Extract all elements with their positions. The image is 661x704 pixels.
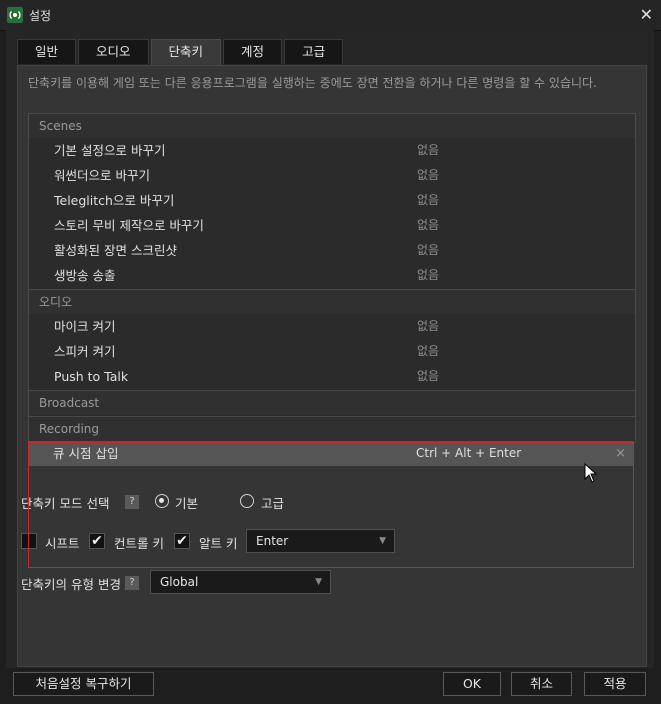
hotkey-list: Scenes 기본 설정으로 바꾸기 없음 워썬더으로 바꾸기 없음 Teleg…	[28, 113, 636, 443]
hotkey-type-select[interactable]: Global ▼	[150, 570, 331, 594]
settings-window: 일반 오디오 단축키 계정 고급 단축키를 이용해 게임 또는 다른 응용프로그…	[6, 30, 654, 668]
hotkey-row[interactable]: 스토리 무비 제작으로 바꾸기 없음	[29, 213, 635, 238]
hotkey-row[interactable]: Teleglitch으로 바꾸기 없음	[29, 188, 635, 213]
help-icon[interactable]: ?	[125, 576, 139, 590]
tab-advanced[interactable]: 고급	[284, 39, 344, 64]
reset-defaults-button[interactable]: 처음설정 복구하기	[13, 672, 154, 696]
group-header-recording: Recording	[29, 417, 635, 441]
hotkey-type-label: 단축키의 유형 변경	[21, 577, 121, 592]
mode-basic-radio[interactable]	[155, 494, 169, 508]
hotkey-key: 없음	[417, 344, 440, 358]
hotkey-key: Ctrl + Alt + Enter	[416, 446, 522, 460]
hotkeys-description: 단축키를 이용해 게임 또는 다른 응용프로그램을 실행하는 중에도 장면 전환…	[28, 76, 597, 90]
ok-button[interactable]: OK	[443, 672, 501, 696]
hotkey-row[interactable]: 스피커 켜기 없음	[29, 339, 635, 364]
group-header-scenes: Scenes	[29, 114, 635, 138]
tab-hotkeys[interactable]: 단축키	[150, 39, 222, 66]
ctrl-checkbox[interactable]: ✔	[89, 533, 105, 549]
help-icon[interactable]: ?	[125, 495, 139, 509]
chevron-down-icon: ▼	[379, 536, 386, 546]
tab-bar: 일반 오디오 단축키 계정 고급	[17, 39, 345, 66]
tab-audio[interactable]: 오디오	[78, 39, 149, 64]
hotkey-name: 활성화된 장면 스크린샷	[54, 243, 177, 258]
hotkey-row[interactable]: 기본 설정으로 바꾸기 없음	[29, 138, 635, 163]
hotkey-key: 없음	[417, 369, 440, 383]
hotkeys-panel: 단축키를 이용해 게임 또는 다른 응용프로그램을 실행하는 중에도 장면 전환…	[17, 65, 647, 667]
shift-checkbox[interactable]	[21, 533, 37, 549]
hotkey-key: 없음	[417, 319, 440, 333]
mode-advanced-label: 고급	[261, 496, 285, 511]
tab-account[interactable]: 계정	[223, 39, 283, 64]
mode-basic-label: 기본	[175, 496, 199, 511]
ctrl-label: 컨트롤 키	[114, 536, 164, 551]
hotkey-name: 기본 설정으로 바꾸기	[54, 143, 166, 158]
hotkey-row[interactable]: 워썬더으로 바꾸기 없음	[29, 163, 635, 188]
title-bar: 설정 ✕	[0, 0, 661, 31]
alt-checkbox[interactable]: ✔	[174, 533, 190, 549]
tab-general[interactable]: 일반	[17, 39, 77, 64]
apply-button[interactable]: 적용	[584, 672, 646, 696]
hotkey-key: 없음	[417, 268, 440, 282]
mouse-cursor-icon	[584, 463, 598, 483]
clear-hotkey-icon[interactable]: ×	[615, 441, 626, 466]
hotkey-name: 생방송 송출	[54, 268, 116, 283]
key-select[interactable]: Enter ▼	[246, 529, 395, 553]
hotkey-row[interactable]: 활성화된 장면 스크린샷 없음	[29, 238, 635, 263]
close-icon[interactable]: ✕	[640, 5, 653, 24]
hotkey-name: 마이크 켜기	[54, 319, 116, 334]
alt-label: 알트 키	[199, 536, 238, 551]
hotkey-name: 큐 시점 삽입	[53, 446, 119, 461]
hotkey-name: Push to Talk	[54, 369, 129, 384]
hotkey-type-value: Global	[160, 575, 199, 589]
hotkey-row[interactable]: Push to Talk 없음	[29, 364, 635, 389]
shift-label: 시프트	[45, 536, 80, 551]
chevron-down-icon: ▼	[315, 577, 322, 587]
hotkey-row[interactable]: 생방송 송출 없음	[29, 263, 635, 288]
window-title: 설정	[29, 9, 52, 23]
hotkey-key: 없음	[417, 243, 440, 257]
hotkey-key: 없음	[417, 168, 440, 182]
broadcast-app-icon	[7, 7, 23, 23]
hotkey-row-selected[interactable]: 큐 시점 삽입 Ctrl + Alt + Enter ×	[28, 441, 634, 466]
hotkey-key: 없음	[417, 193, 440, 207]
key-select-value: Enter	[256, 534, 289, 548]
group-header-broadcast: Broadcast	[29, 391, 635, 415]
hotkey-name: 스토리 무비 제작으로 바꾸기	[54, 218, 204, 233]
hotkey-name: 스피커 켜기	[54, 344, 116, 359]
hotkey-row[interactable]: 마이크 켜기 없음	[29, 314, 635, 339]
hotkey-name: 워썬더으로 바꾸기	[54, 168, 150, 183]
group-header-audio: 오디오	[29, 290, 635, 314]
hotkey-mode-label: 단축키 모드 선택	[21, 496, 110, 511]
mode-advanced-radio[interactable]	[240, 494, 254, 508]
hotkey-key: 없음	[417, 143, 440, 157]
hotkey-name: Teleglitch으로 바꾸기	[54, 193, 175, 208]
cancel-button[interactable]: 취소	[511, 672, 572, 696]
hotkey-key: 없음	[417, 218, 440, 232]
